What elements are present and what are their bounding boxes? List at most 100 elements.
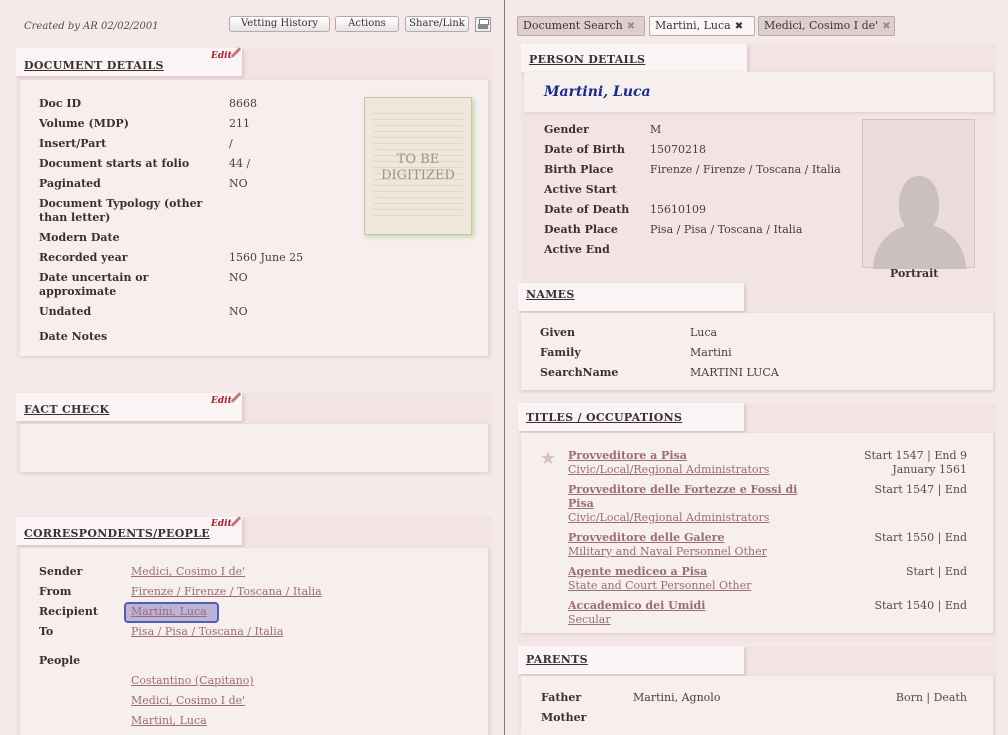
tab-document-search[interactable]: Document Search ✖ (517, 16, 645, 36)
birth-place-value: Firenze / Firenze / Toscana / Italia (650, 163, 841, 176)
digitized-line-2: DIGITIZED (381, 168, 455, 183)
gender-value: M (650, 123, 662, 136)
document-edit-link[interactable]: Edit (211, 51, 232, 61)
occupation-category-link[interactable]: Civic/Local/Regional Administrators (568, 463, 769, 476)
typology-label: Document Typology (other than letter) (39, 197, 203, 224)
from-place-link[interactable]: Firenze / Firenze / Toscana / Italia (131, 585, 322, 598)
portrait-image[interactable] (862, 119, 975, 269)
tab-label: Martini, Luca (655, 19, 731, 32)
volume-label: Volume (MDP) (39, 117, 129, 130)
correspondents-panel (20, 548, 488, 735)
folio-label: Document starts at folio (39, 157, 190, 170)
modern-date-label: Modern Date (39, 231, 120, 244)
created-by-text: Created by AR 02/02/2001 (24, 21, 159, 32)
father-value: Martini, Agnolo (633, 691, 721, 704)
star-icon[interactable]: ★ (540, 448, 556, 469)
family-name-label: Family (540, 346, 581, 359)
occupation-title-link[interactable]: Provveditore a Pisa (568, 449, 687, 463)
names-title: NAMES (526, 288, 575, 301)
death-place-label: Death Place (544, 223, 618, 236)
correspondents-edit-link[interactable]: Edit (211, 519, 232, 529)
titles-title: TITLES / OCCUPATIONS (526, 411, 683, 424)
gender-label: Gender (544, 123, 589, 136)
active-start-label: Active Start (544, 183, 617, 196)
father-dates: Born | Death (895, 691, 967, 704)
occupation-dates: Start 1547 | End 9 January 1561 (820, 449, 967, 477)
birth-date-value: 15070218 (650, 143, 706, 156)
occupation-title-link[interactable]: Accademico dei Umidi (568, 599, 705, 613)
parents-panel (521, 676, 993, 735)
death-place-value: Pisa / Pisa / Toscana / Italia (650, 223, 803, 236)
occupation-title-link[interactable]: Provveditore delle Fortezze e Fossi di (568, 483, 797, 497)
sender-link[interactable]: Medici, Cosimo I de' (131, 565, 245, 578)
insert-part-value: / (229, 137, 233, 150)
person-name: Martini, Luca (544, 84, 651, 100)
fact-check-panel (20, 424, 488, 472)
paginated-value: NO (229, 177, 248, 190)
volume-value: 211 (229, 117, 250, 130)
folio-value: 44 / (229, 157, 251, 170)
occupation-category-link[interactable]: Secular (568, 613, 611, 626)
undated-value: NO (229, 305, 248, 318)
family-name-value: Martini (690, 346, 732, 359)
pane-divider (504, 0, 505, 735)
father-label: Father (541, 691, 582, 704)
occupation-title-link-continued[interactable]: Pisa (568, 497, 594, 511)
paginated-label: Paginated (39, 177, 101, 190)
birth-place-label: Birth Place (544, 163, 614, 176)
active-end-label: Active End (544, 243, 610, 256)
portrait-caption: Portrait (890, 267, 939, 280)
people-link[interactable]: Martini, Luca (131, 714, 207, 727)
tab-label: Medici, Cosimo I de' (764, 19, 879, 32)
close-icon[interactable]: ✖ (735, 21, 743, 32)
doc-id-label: Doc ID (39, 97, 82, 110)
search-name-value: MARTINI LUCA (690, 366, 779, 379)
person-details-title: PERSON DETAILS (529, 53, 646, 66)
occupation-title-link[interactable]: Provveditore delle Galere (568, 531, 724, 545)
occupation-title-link[interactable]: Agente mediceo a Pisa (568, 565, 707, 579)
tab-medici-cosimo[interactable]: Medici, Cosimo I de' ✖ (758, 16, 895, 36)
occupation-dates: Start 1547 | End (874, 483, 967, 496)
fact-check-edit-link[interactable]: Edit (211, 396, 232, 406)
date-uncertain-label: Date uncertain or approximate (39, 271, 149, 298)
to-place-link[interactable]: Pisa / Pisa / Toscana / Italia (131, 625, 283, 638)
to-be-digitized-text: TO BE DIGITIZED (365, 152, 471, 184)
parents-title: PARENTS (526, 653, 588, 666)
sender-label: Sender (39, 565, 83, 578)
close-icon[interactable]: ✖ (627, 21, 635, 32)
recipient-label: Recipient (39, 605, 98, 618)
occupation-category-link[interactable]: Military and Naval Personnel Other (568, 545, 767, 558)
vetting-history-button[interactable]: Vetting History (229, 16, 330, 32)
recipient-link[interactable]: Martini, Luca (131, 605, 207, 618)
tab-martini-luca[interactable]: Martini, Luca ✖ (649, 16, 755, 36)
print-icon[interactable] (475, 17, 491, 32)
date-uncertain-value: NO (229, 271, 248, 284)
people-link[interactable]: Costantino (Capitano) (131, 674, 254, 687)
silhouette-body (873, 224, 966, 269)
occupation-category-link[interactable]: Civic/Local/Regional Administrators (568, 511, 769, 524)
tab-label: Document Search (523, 19, 623, 32)
date-notes-label: Date Notes (39, 330, 108, 343)
doc-id-value: 8668 (229, 97, 257, 110)
correspondents-title: CORRESPONDENTS/PEOPLE (24, 527, 210, 540)
people-label: People (39, 654, 81, 667)
from-label: From (39, 585, 72, 598)
occupation-dates: Start 1550 | End (874, 531, 967, 544)
actions-button[interactable]: Actions (335, 16, 399, 32)
given-name-value: Luca (690, 326, 718, 339)
share-link-button[interactable]: Share/Link (405, 16, 469, 32)
occupation-dates-line: Start 1547 | End 9 (863, 449, 967, 462)
given-name-label: Given (540, 326, 575, 339)
mother-label: Mother (541, 711, 587, 724)
digitized-line-1: TO BE (396, 152, 440, 167)
death-date-label: Date of Death (544, 203, 630, 216)
people-link[interactable]: Medici, Cosimo I de' (131, 694, 245, 707)
document-image-placeholder[interactable]: TO BE DIGITIZED (364, 97, 472, 235)
occupation-category-link[interactable]: State and Court Personnel Other (568, 579, 751, 592)
close-icon[interactable]: ✖ (882, 21, 890, 32)
search-name-label: SearchName (540, 366, 619, 379)
fact-check-title: FACT CHECK (24, 403, 110, 416)
occupation-dates: Start | End (905, 565, 967, 578)
occupation-dates: Start 1540 | End (874, 599, 967, 612)
insert-part-label: Insert/Part (39, 137, 107, 150)
